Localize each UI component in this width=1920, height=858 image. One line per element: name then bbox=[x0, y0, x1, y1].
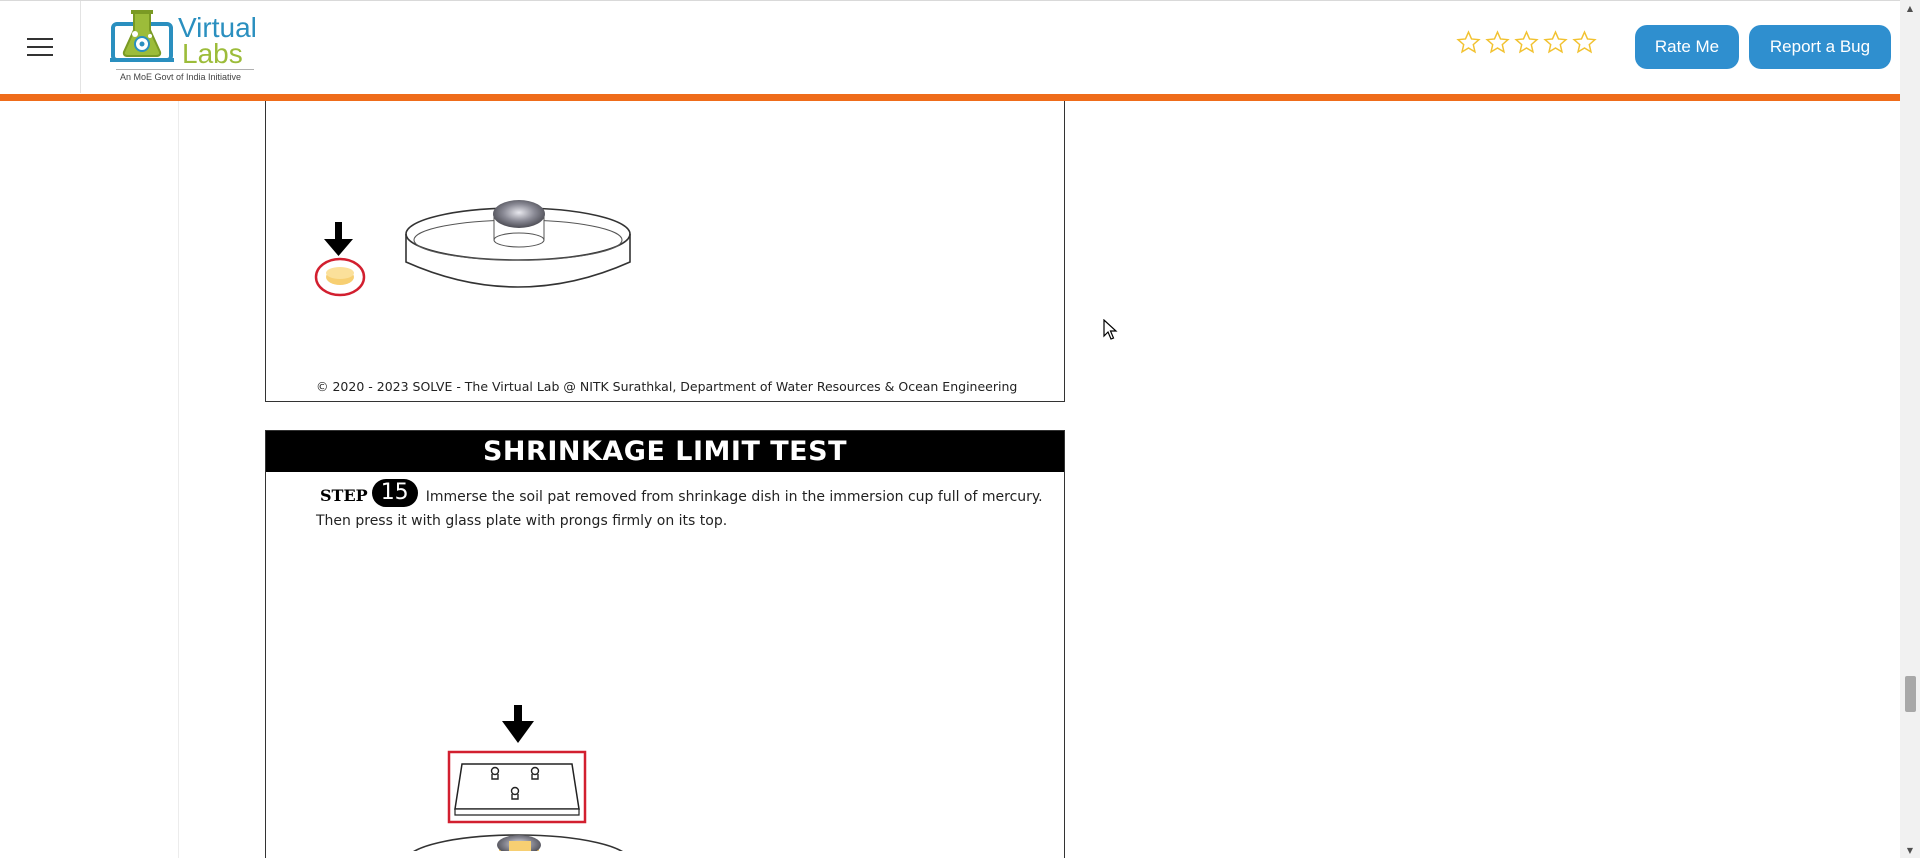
hamburger-menu-button[interactable] bbox=[0, 1, 81, 93]
scroll-up-arrow-icon[interactable]: ▲ bbox=[1900, 0, 1920, 16]
scrollbar-thumb[interactable] bbox=[1905, 676, 1916, 712]
glass-plate-illustration bbox=[413, 705, 623, 851]
lab-flask-monitor-icon bbox=[110, 10, 174, 62]
page-scrollbar[interactable]: ▲ ▼ bbox=[1900, 0, 1920, 858]
virtual-labs-logo[interactable]: Virtual Labs An MoE Govt of India Initia… bbox=[110, 8, 257, 88]
shrinkage-dish-illustration bbox=[314, 200, 631, 297]
star-icon-3[interactable] bbox=[1514, 30, 1539, 55]
logo-tagline: An MoE Govt of India Initiative bbox=[120, 72, 242, 82]
star-icon-5[interactable] bbox=[1572, 30, 1597, 55]
report-bug-button[interactable]: Report a Bug bbox=[1749, 25, 1891, 69]
copyright-text: © 2020 - 2023 SOLVE - The Virtual Lab @ … bbox=[316, 379, 1018, 394]
star-icon-4[interactable] bbox=[1543, 30, 1568, 55]
star-icon-1[interactable] bbox=[1456, 30, 1481, 55]
sidebar-divider bbox=[178, 101, 179, 858]
logo-word-labs: Labs bbox=[182, 38, 243, 69]
page: Virtual Labs An MoE Govt of India Initia… bbox=[0, 0, 1920, 858]
down-arrow-icon bbox=[324, 222, 353, 256]
scroll-down-arrow-icon[interactable]: ▼ bbox=[1900, 842, 1920, 858]
mouse-cursor-icon bbox=[1103, 319, 1118, 340]
down-arrow-icon-2 bbox=[502, 705, 534, 743]
header-top-border bbox=[0, 0, 1900, 1]
rating-stars bbox=[1456, 30, 1597, 55]
star-icon-2[interactable] bbox=[1485, 30, 1510, 55]
rate-me-button[interactable]: Rate Me bbox=[1635, 25, 1739, 69]
logo-divider bbox=[116, 69, 254, 70]
top-header: Virtual Labs An MoE Govt of India Initia… bbox=[0, 0, 1900, 101]
step-image-panel-previous: © 2020 - 2023 SOLVE - The Virtual Lab @ … bbox=[265, 94, 1065, 402]
hamburger-menu-icon bbox=[27, 32, 53, 62]
step-image-panel-current: SHRINKAGE LIMIT TEST STEP 15 Immerse the s… bbox=[265, 430, 1065, 858]
